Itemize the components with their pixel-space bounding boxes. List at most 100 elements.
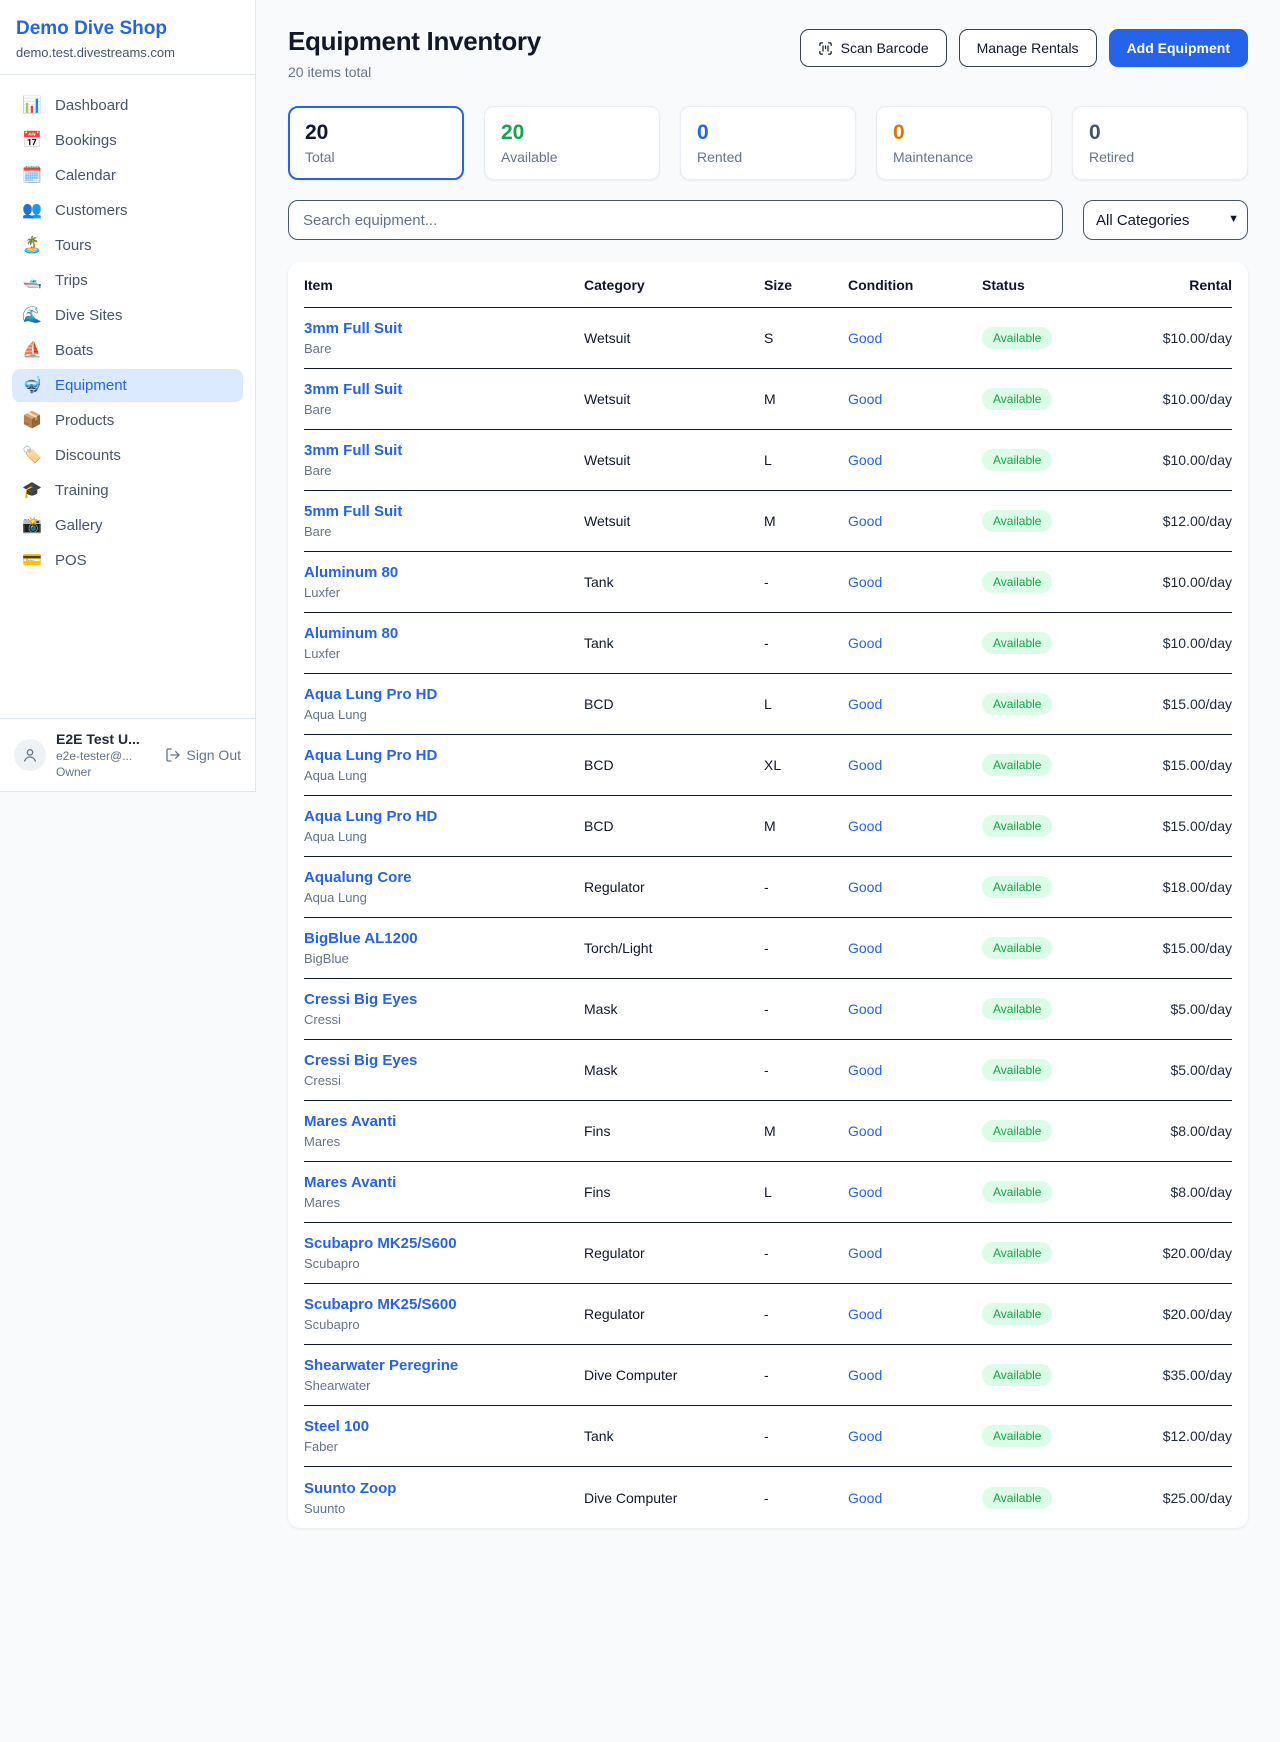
stat-card-available[interactable]: 20 Available (484, 106, 660, 180)
table-row: Steel 100 Faber Tank - Good Available $1… (304, 1406, 1232, 1467)
user-name: E2E Test U... (56, 731, 155, 747)
item-name-link[interactable]: Mares Avanti (304, 1174, 584, 1191)
item-name-link[interactable]: Aluminum 80 (304, 564, 584, 581)
item-size: - (764, 1062, 848, 1078)
item-size: - (764, 574, 848, 590)
col-header-item: Item (304, 277, 584, 293)
item-name-link[interactable]: 3mm Full Suit (304, 320, 584, 337)
stat-card-maintenance[interactable]: 0 Maintenance (876, 106, 1052, 180)
status-badge: Available (982, 388, 1052, 410)
status-badge: Available (982, 998, 1052, 1020)
item-brand: Scubapro (304, 1256, 584, 1271)
item-name-link[interactable]: Aqua Lung Pro HD (304, 747, 584, 764)
sidebar-item-pos[interactable]: 💳 POS (12, 544, 243, 577)
item-name-link[interactable]: Aqualung Core (304, 869, 584, 886)
item-condition-link[interactable]: Good (848, 1123, 982, 1139)
manage-rentals-label: Manage Rentals (977, 40, 1079, 56)
item-rental-rate: $5.00/day (1152, 1001, 1232, 1017)
shop-name[interactable]: Demo Dive Shop (16, 18, 239, 40)
item-name-link[interactable]: Cressi Big Eyes (304, 991, 584, 1008)
item-name-link[interactable]: 3mm Full Suit (304, 381, 584, 398)
item-name-link[interactable]: Suunto Zoop (304, 1480, 584, 1497)
item-rental-rate: $20.00/day (1152, 1245, 1232, 1261)
item-rental-rate: $18.00/day (1152, 879, 1232, 895)
item-name-link[interactable]: 5mm Full Suit (304, 503, 584, 520)
stat-card-rented[interactable]: 0 Rented (680, 106, 856, 180)
item-name-link[interactable]: Aqua Lung Pro HD (304, 686, 584, 703)
item-brand: Shearwater (304, 1378, 584, 1393)
table-row: Mares Avanti Mares Fins L Good Available… (304, 1162, 1232, 1223)
item-condition-link[interactable]: Good (848, 879, 982, 895)
item-condition-link[interactable]: Good (848, 513, 982, 529)
item-name-link[interactable]: 3mm Full Suit (304, 442, 584, 459)
sidebar-item-bookings[interactable]: 📅 Bookings (12, 124, 243, 157)
stat-card-retired[interactable]: 0 Retired (1072, 106, 1248, 180)
stat-label: Rented (697, 149, 839, 165)
item-condition-link[interactable]: Good (848, 1490, 982, 1506)
item-condition-link[interactable]: Good (848, 574, 982, 590)
avatar (14, 739, 46, 771)
products-icon: 📦 (22, 413, 42, 429)
item-condition-link[interactable]: Good (848, 696, 982, 712)
item-name-link[interactable]: Steel 100 (304, 1418, 584, 1435)
page-title: Equipment Inventory (288, 26, 541, 57)
barcode-scan-icon (818, 41, 833, 56)
search-input[interactable] (288, 200, 1063, 240)
item-size: - (764, 1245, 848, 1261)
sign-out-button[interactable]: Sign Out (165, 747, 241, 763)
item-condition-link[interactable]: Good (848, 1001, 982, 1017)
item-condition-link[interactable]: Good (848, 818, 982, 834)
table-row: 3mm Full Suit Bare Wetsuit S Good Availa… (304, 308, 1232, 369)
item-size: - (764, 1001, 848, 1017)
sidebar-item-tours[interactable]: 🏝️ Tours (12, 229, 243, 262)
user-info: E2E Test U... e2e-tester@... Owner (56, 731, 155, 779)
item-condition-link[interactable]: Good (848, 391, 982, 407)
add-equipment-button[interactable]: Add Equipment (1109, 29, 1248, 67)
item-category: Tank (584, 1428, 764, 1444)
item-name-link[interactable]: Scubapro MK25/S600 (304, 1235, 584, 1252)
item-condition-link[interactable]: Good (848, 1367, 982, 1383)
status-badge: Available (982, 1120, 1052, 1142)
item-condition-link[interactable]: Good (848, 635, 982, 651)
item-condition-link[interactable]: Good (848, 1428, 982, 1444)
item-condition-link[interactable]: Good (848, 452, 982, 468)
item-condition-link[interactable]: Good (848, 940, 982, 956)
dive-sites-icon: 🌊 (22, 308, 42, 324)
item-condition-link[interactable]: Good (848, 757, 982, 773)
category-select[interactable]: All Categories (1083, 200, 1248, 240)
sidebar-item-discounts[interactable]: 🏷️ Discounts (12, 439, 243, 472)
scan-barcode-button[interactable]: Scan Barcode (800, 29, 947, 67)
sidebar-item-calendar[interactable]: 🗓️ Calendar (12, 159, 243, 192)
item-rental-rate: $10.00/day (1152, 574, 1232, 590)
sidebar-item-customers[interactable]: 👥 Customers (12, 194, 243, 227)
sidebar-item-equipment[interactable]: 🤿 Equipment (12, 369, 243, 402)
sidebar-item-gallery[interactable]: 📸 Gallery (12, 509, 243, 542)
sidebar-item-training[interactable]: 🎓 Training (12, 474, 243, 507)
stat-card-total[interactable]: 20 Total (288, 106, 464, 180)
item-condition-link[interactable]: Good (848, 1306, 982, 1322)
item-name-link[interactable]: Mares Avanti (304, 1113, 584, 1130)
status-badge: Available (982, 815, 1052, 837)
item-category: Dive Computer (584, 1490, 764, 1506)
item-name-link[interactable]: Aluminum 80 (304, 625, 584, 642)
item-condition-link[interactable]: Good (848, 1245, 982, 1261)
sidebar-item-boats[interactable]: ⛵ Boats (12, 334, 243, 367)
sidebar-item-products[interactable]: 📦 Products (12, 404, 243, 437)
item-name-link[interactable]: BigBlue AL1200 (304, 930, 584, 947)
item-condition-link[interactable]: Good (848, 330, 982, 346)
sidebar-item-dive-sites[interactable]: 🌊 Dive Sites (12, 299, 243, 332)
table-row: 3mm Full Suit Bare Wetsuit M Good Availa… (304, 369, 1232, 430)
item-size: L (764, 696, 848, 712)
status-badge: Available (982, 632, 1052, 654)
item-name-link[interactable]: Aqua Lung Pro HD (304, 808, 584, 825)
manage-rentals-button[interactable]: Manage Rentals (959, 29, 1097, 67)
item-name-link[interactable]: Cressi Big Eyes (304, 1052, 584, 1069)
sidebar-item-dashboard[interactable]: 📊 Dashboard (12, 89, 243, 122)
sidebar-item-trips[interactable]: 🛥️ Trips (12, 264, 243, 297)
item-name-link[interactable]: Shearwater Peregrine (304, 1357, 584, 1374)
item-category: Regulator (584, 879, 764, 895)
item-condition-link[interactable]: Good (848, 1062, 982, 1078)
item-condition-link[interactable]: Good (848, 1184, 982, 1200)
item-name-link[interactable]: Scubapro MK25/S600 (304, 1296, 584, 1313)
item-brand: Aqua Lung (304, 829, 584, 844)
